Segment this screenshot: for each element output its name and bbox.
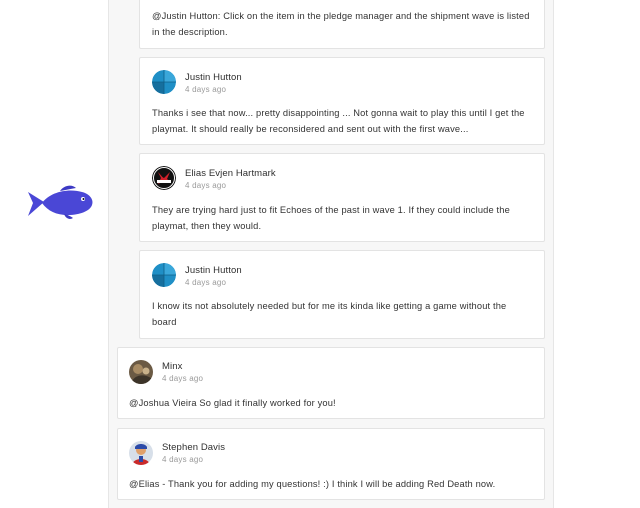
comment-text-line: Thanks i see that now... pretty disappoi… [152, 108, 525, 118]
avatar[interactable] [152, 263, 176, 287]
comment-author[interactable]: Minx [162, 361, 182, 372]
comment-timestamp: 4 days ago [185, 278, 227, 287]
avatar[interactable] [152, 166, 176, 190]
comment-text-line: @Justin Hutton: Click on the item in the… [152, 11, 530, 21]
comment-card: Justin Hutton 4 days ago I know its not … [139, 250, 545, 339]
comment-author[interactable]: Justin Hutton [185, 265, 242, 276]
comment-card: Minx 4 days ago @Joshua Vieira So glad i… [117, 347, 545, 419]
red-black-logo-avatar-icon [152, 166, 176, 190]
comment-card: Justin Hutton 4 days ago Thanks i see th… [139, 57, 545, 145]
blue-fish-icon [28, 185, 93, 219]
comment-text-line: They are trying hard just to fit Echoes … [152, 205, 510, 215]
comment-body: @Elias - Thank you for adding my questio… [129, 477, 495, 493]
comment-body: They are trying hard just to fit Echoes … [152, 203, 510, 234]
comment-body: @Joshua Vieira So glad it finally worked… [129, 396, 336, 412]
comment-card: @Justin Hutton: Click on the item in the… [139, 0, 545, 49]
comment-timestamp: 4 days ago [162, 455, 204, 464]
comment-body: @Justin Hutton: Click on the item in the… [152, 9, 530, 40]
blue-globe-avatar-icon [152, 263, 176, 287]
comment-text-line: in the description. [152, 26, 228, 37]
comment-text-line: @Elias - Thank you for adding my questio… [129, 479, 496, 489]
comment-body: Thanks i see that now... pretty disappoi… [152, 106, 525, 137]
comment-timestamp: 4 days ago [185, 181, 227, 190]
comment-author[interactable]: Justin Hutton [185, 72, 242, 83]
photo-avatar-icon [129, 360, 153, 384]
comment-timestamp: 4 days ago [185, 85, 227, 94]
comment-text-line: board [152, 316, 177, 327]
avatar[interactable] [129, 441, 153, 465]
blue-globe-avatar-icon [152, 70, 176, 94]
character-avatar-icon [129, 441, 153, 465]
comment-text-line: playmat, then they would. [152, 220, 262, 231]
avatar[interactable] [129, 360, 153, 384]
comment-body: I know its not absolutely needed but for… [152, 299, 506, 330]
avatar[interactable] [152, 70, 176, 94]
comment-card: Stephen Davis 4 days ago @Elias - Thank … [117, 428, 545, 500]
comment-author[interactable]: Stephen Davis [162, 442, 225, 453]
comment-card: Elias Evjen Hartmark 4 days ago They are… [139, 153, 545, 242]
comment-text-line: I know its not absolutely needed but for… [152, 301, 507, 311]
comment-text-line: @Joshua Vieira So glad it finally worked… [129, 398, 336, 408]
comment-author[interactable]: Elias Evjen Hartmark [185, 168, 276, 179]
comment-timestamp: 4 days ago [162, 374, 204, 383]
comment-text-line: playmat. It should really be reconsidere… [152, 123, 469, 134]
